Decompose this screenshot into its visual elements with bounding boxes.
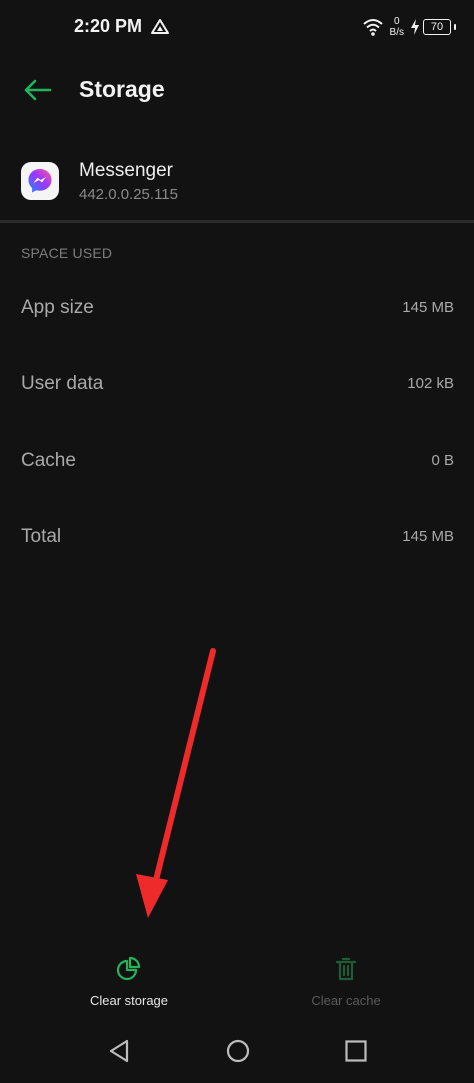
battery-level: 70 — [423, 19, 451, 35]
storage-row-total: Total 145 MB — [0, 499, 474, 575]
section-divider — [0, 220, 474, 223]
network-speed-unit: B/s — [389, 27, 404, 38]
battery-tip — [454, 24, 456, 30]
app-header: Messenger 442.0.0.25.115 — [0, 150, 474, 216]
row-value: 145 MB — [402, 528, 454, 545]
row-value: 102 kB — [407, 375, 454, 392]
row-label: App size — [21, 297, 94, 318]
clear-cache-label: Clear cache — [311, 993, 381, 1008]
network-speed-value: 0 — [393, 16, 400, 27]
row-label: User data — [21, 373, 104, 394]
row-value: 145 MB — [402, 299, 454, 316]
status-bar: 2:20 PM 0 B/s 70 — [0, 0, 474, 56]
home-circle-icon[interactable] — [225, 1038, 251, 1064]
recents-square-icon[interactable] — [343, 1038, 369, 1064]
drive-icon — [151, 19, 169, 34]
trash-icon — [335, 957, 357, 981]
page-title: Storage — [79, 76, 165, 102]
row-value: 0 B — [431, 452, 454, 469]
messenger-app-icon — [21, 162, 59, 200]
row-label: Total — [21, 526, 62, 547]
section-header-space-used: SPACE USED — [21, 245, 113, 261]
charging-icon — [411, 19, 419, 35]
clear-cache-button[interactable]: Clear cache — [276, 955, 416, 1015]
messenger-logo-icon — [28, 169, 52, 193]
clear-storage-label: Clear storage — [89, 993, 169, 1008]
toolbar: Storage — [0, 60, 474, 120]
navigation-bar — [0, 1020, 474, 1083]
network-speed: 0 B/s — [390, 16, 404, 38]
status-indicators: 0 B/s 70 — [362, 14, 456, 40]
pie-chart-icon — [116, 956, 141, 981]
storage-row-user-data: User data 102 kB — [0, 346, 474, 422]
storage-row-app-size: App size 145 MB — [0, 270, 474, 346]
clear-storage-button[interactable]: Clear storage — [59, 955, 199, 1015]
wifi-icon — [362, 19, 383, 36]
back-triangle-icon[interactable] — [107, 1038, 133, 1064]
back-arrow-icon[interactable] — [20, 72, 56, 108]
row-label: Cache — [21, 450, 76, 471]
app-version: 442.0.0.25.115 — [79, 186, 178, 203]
status-time: 2:20 PM — [74, 16, 143, 36]
app-name: Messenger — [79, 160, 173, 181]
battery: 70 — [410, 19, 456, 35]
storage-row-cache: Cache 0 B — [0, 423, 474, 499]
